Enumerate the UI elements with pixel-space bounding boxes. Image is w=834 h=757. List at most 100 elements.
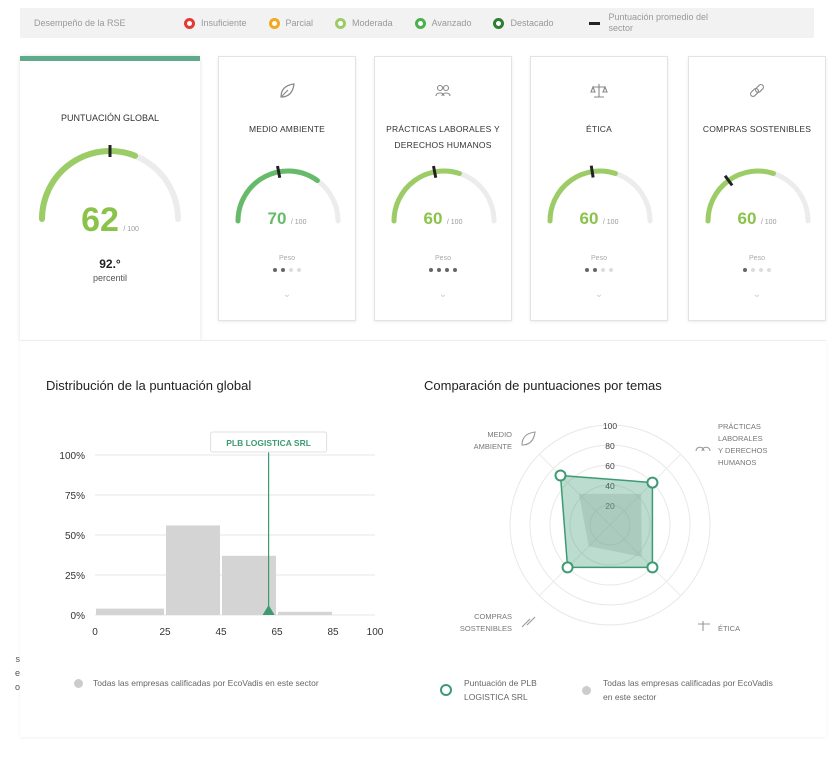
theme-title: ÉTICA <box>585 124 613 134</box>
legend-dot-icon <box>493 17 505 29</box>
theme-score-max: / 100 <box>602 219 619 226</box>
theme-title: MEDIO AMBIENTE <box>248 124 325 134</box>
radar-axis-label: AMBIENTE <box>474 442 512 451</box>
average-marker-icon <box>589 21 601 25</box>
chevron-down-icon[interactable]: ⌄ <box>219 289 355 300</box>
theme-card-environment[interactable]: MEDIO AMBIENTE 70 / 100 Peso ⌄ <box>218 56 356 321</box>
theme-score: 60 / 100 <box>375 209 511 229</box>
radar-tick-label: 60 <box>605 461 615 471</box>
people-icon <box>375 81 511 106</box>
cut-off-text-line: e <box>14 668 20 678</box>
weight-dot <box>429 268 433 272</box>
global-score-max: / 100 <box>123 226 139 233</box>
percentile-label: percentil <box>92 273 128 283</box>
weight-dot <box>437 268 441 272</box>
radar-company-point <box>646 476 659 489</box>
scales-icon <box>698 621 710 631</box>
radar-legend-company: Puntuación de PLB LOGISTICA SRL <box>440 676 580 704</box>
legend-item-moderada: Moderada <box>335 17 393 29</box>
radar-axis-label: SOSTENIBLES <box>460 624 512 633</box>
legend-average: Puntuación promedio del sector <box>589 12 719 34</box>
weight-indicator <box>219 268 355 272</box>
sector-average-marker <box>589 165 595 178</box>
x-tick-label: 65 <box>271 627 283 638</box>
theme-score: 70 / 100 <box>219 209 355 229</box>
distribution-chart: 100% 75% 50% 25% 0% 0 25 45 65 85 100 PLB LOGISTICA… <box>59 431 384 638</box>
legend-dot-icon <box>414 17 426 29</box>
weight-label: Peso <box>435 255 451 262</box>
weight-dot <box>281 268 285 272</box>
y-tick-label: 25% <box>65 571 85 582</box>
radar-axis-label: COMPRAS <box>474 612 512 621</box>
theme-score-max: / 100 <box>446 219 463 226</box>
weight-indicator <box>689 268 825 272</box>
scales-icon <box>531 81 667 106</box>
theme-score-max: / 100 <box>290 219 307 226</box>
x-tick-label: 0 <box>92 627 98 638</box>
link-icon <box>521 616 536 628</box>
chevron-down-icon[interactable]: ⌄ <box>689 289 825 300</box>
theme-score-value: 70 <box>267 209 287 228</box>
legend-dot-icon <box>184 17 195 29</box>
company-marker-label: PLB LOGISTICA SRL <box>210 431 328 453</box>
weight-label: Peso <box>749 255 765 262</box>
weight-dot <box>751 268 755 272</box>
radar-axis-label: HUMANOS <box>718 458 756 467</box>
legend-dot-icon <box>268 17 280 29</box>
histogram-bar <box>166 525 220 615</box>
weight-dot <box>273 268 277 272</box>
legend-dot-icon <box>582 685 591 695</box>
radar-axis-label: PRÁCTICAS <box>718 422 761 431</box>
link-icon <box>689 81 825 106</box>
leaf-icon <box>521 431 536 446</box>
theme-card-ethics[interactable]: ÉTICA 60 / 100 Peso ⌄ <box>530 56 668 321</box>
cut-off-text-line: o <box>14 682 20 692</box>
chevron-down-icon[interactable]: ⌄ <box>375 289 511 300</box>
theme-score-value: 60 <box>737 209 757 228</box>
histogram-bar <box>222 555 276 615</box>
y-tick-label: 75% <box>65 491 85 502</box>
chevron-down-icon[interactable]: ⌄ <box>531 289 667 300</box>
weight-indicator <box>531 268 667 272</box>
comparison-radar-chart: 10080604020MEDIOAMBIENTEPRÁCTICASLABORAL… <box>460 421 768 633</box>
people-icon <box>695 446 711 452</box>
sector-average-marker <box>432 165 438 179</box>
legend-item-insuficiente: Insuficiente <box>184 17 247 29</box>
theme-title: COMPRAS SOSTENIBLES <box>702 124 812 134</box>
theme-score-value: 60 <box>423 209 443 228</box>
legend-label: Destacado <box>510 18 554 28</box>
legend-label: Moderada <box>352 18 393 28</box>
radar-company-point <box>554 469 567 482</box>
percentile-value: 92.° <box>99 257 121 271</box>
radar-legend-all-label: Todas las empresas calificadas por EcoVa… <box>603 678 773 702</box>
cut-off-text: s e o <box>0 652 20 694</box>
radar-tick-label: 80 <box>605 441 615 451</box>
legend-item-destacado: Destacado <box>493 17 554 29</box>
theme-score-max: / 100 <box>760 219 777 226</box>
radar-legend-company-label: Puntuación de PLB LOGISTICA SRL <box>464 678 537 702</box>
theme-title: PRÁCTICAS LABORALES Y DERECHOS HUMANOS <box>386 124 500 150</box>
legend-dot-icon <box>335 17 347 29</box>
weight-dot <box>445 268 449 272</box>
distribution-title: Distribución de la puntuación global <box>46 378 252 393</box>
legend-label: Parcial <box>285 18 314 28</box>
theme-card-procurement[interactable]: COMPRAS SOSTENIBLES 60 / 100 Peso ⌄ <box>688 56 826 321</box>
weight-label: Peso <box>279 255 295 262</box>
distribution-legend: Todas las empresas calificadas por EcoVa… <box>74 678 319 688</box>
radar-axis-label: MEDIO <box>487 430 512 439</box>
company-marker-text: PLB LOGISTICA SRL <box>226 438 311 448</box>
theme-score: 60 / 100 <box>531 209 667 229</box>
weight-dot <box>759 268 763 272</box>
theme-card-labor[interactable]: PRÁCTICAS LABORALES Y DERECHOS HUMANOS 6… <box>374 56 512 321</box>
global-score-card[interactable]: PUNTUACIÓN GLOBAL 62 / 100 92.° percenti… <box>20 56 200 341</box>
y-tick-label: 50% <box>65 531 85 542</box>
radar-company-area <box>559 474 654 569</box>
distribution-legend-label: Todas las empresas calificadas por EcoVa… <box>93 678 319 688</box>
legend-item-parcial: Parcial <box>268 17 314 29</box>
weight-dot <box>297 268 301 272</box>
x-tick-label: 85 <box>327 627 339 638</box>
radar-tick-label: 100 <box>603 421 617 431</box>
sector-average-marker <box>276 165 282 179</box>
radar-company-point <box>561 561 574 574</box>
x-tick-label: 45 <box>215 627 227 638</box>
